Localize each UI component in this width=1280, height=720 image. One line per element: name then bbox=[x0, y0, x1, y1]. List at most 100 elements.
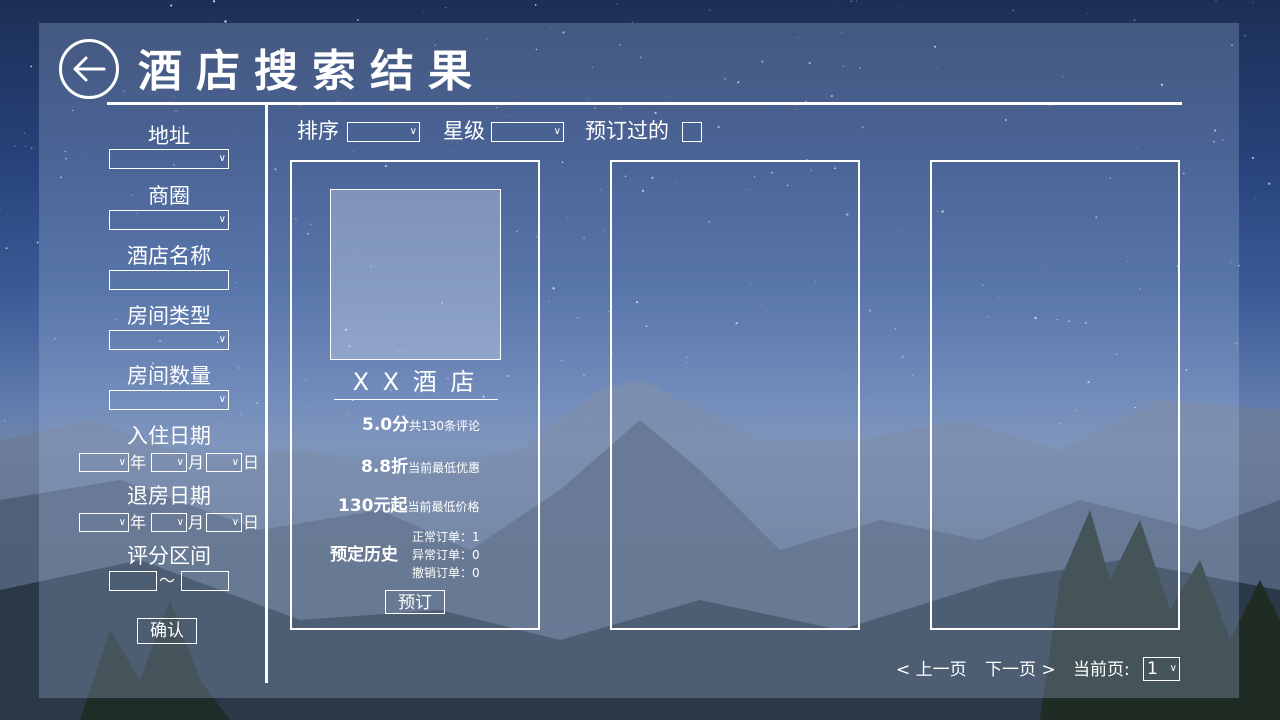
star bbox=[1247, 75, 1248, 77]
review-count: 共130条评论 bbox=[409, 419, 481, 433]
room-type-label: 房间类型 bbox=[127, 304, 211, 328]
star bbox=[856, 0, 857, 2]
address-label: 地址 bbox=[148, 124, 190, 148]
price-note: 当前最低价格 bbox=[407, 500, 480, 514]
chevron-down-icon: ∨ bbox=[1169, 663, 1177, 674]
hotel-discount: 8.8折 bbox=[361, 457, 409, 477]
hotel-price: 130元起 bbox=[338, 496, 408, 516]
business-area-select[interactable]: ∨ bbox=[109, 210, 229, 230]
hotel-name: X X 酒 店 bbox=[352, 368, 478, 396]
star bbox=[1252, 1, 1254, 3]
hotel-card-empty[interactable] bbox=[610, 160, 860, 630]
checkout-label: 退房日期 bbox=[127, 484, 211, 508]
checkin-month-select[interactable]: ∨ bbox=[151, 453, 187, 472]
chevron-down-icon: ∨ bbox=[231, 516, 239, 528]
score-range-label: 评分区间 bbox=[127, 544, 211, 568]
star bbox=[1255, 198, 1257, 199]
booking-history-label: 预定历史 bbox=[330, 545, 398, 565]
checkin-label: 入住日期 bbox=[127, 424, 211, 448]
page-select-value: 1 bbox=[1147, 659, 1158, 679]
star bbox=[1268, 182, 1271, 185]
checkin-year-select[interactable]: ∨ bbox=[79, 453, 129, 472]
score-range-separator: ～ bbox=[159, 571, 176, 590]
prev-page-link[interactable]: < 上一页 bbox=[896, 659, 967, 681]
checkout-month-unit: 月 bbox=[188, 513, 205, 532]
page-select[interactable]: 1 ∨ bbox=[1143, 657, 1180, 681]
chevron-down-icon: ∨ bbox=[409, 126, 417, 137]
star bbox=[356, 19, 359, 21]
current-page-label: 当前页: bbox=[1073, 660, 1130, 680]
star bbox=[850, 0, 853, 3]
star bbox=[0, 208, 1, 211]
back-button[interactable] bbox=[59, 39, 119, 99]
star-select[interactable]: ∨ bbox=[491, 122, 564, 142]
room-count-select[interactable]: ∨ bbox=[109, 390, 229, 410]
star bbox=[1252, 156, 1254, 159]
sort-select[interactable]: ∨ bbox=[347, 122, 420, 142]
checkin-day-unit: 日 bbox=[243, 453, 260, 472]
star bbox=[170, 4, 173, 7]
star bbox=[1133, 19, 1136, 22]
star bbox=[709, 9, 711, 11]
star bbox=[16, 105, 18, 106]
score-max-input[interactable] bbox=[181, 571, 229, 591]
checkout-day-select[interactable]: ∨ bbox=[206, 513, 242, 532]
confirm-button[interactable]: 确认 bbox=[137, 618, 197, 644]
hotel-card[interactable]: X X 酒 店 5.0分共130条评论 8.8折当前最低优惠 130元起当前最低… bbox=[290, 160, 540, 630]
chevron-down-icon: ∨ bbox=[218, 214, 226, 225]
star bbox=[215, 15, 217, 17]
chevron-down-icon: ∨ bbox=[553, 126, 561, 137]
star bbox=[837, 2, 839, 4]
star bbox=[24, 145, 26, 147]
star bbox=[901, 5, 903, 7]
hotel-card-empty[interactable] bbox=[930, 160, 1180, 630]
score-min-input[interactable] bbox=[109, 571, 157, 591]
star bbox=[212, 0, 216, 3]
checkout-month-select[interactable]: ∨ bbox=[151, 513, 187, 532]
business-area-label: 商圈 bbox=[148, 184, 190, 208]
chevron-down-icon: ∨ bbox=[218, 334, 226, 345]
next-page-link[interactable]: 下一页 > bbox=[985, 659, 1056, 681]
sidebar-divider bbox=[265, 105, 268, 683]
checkout-year-select[interactable]: ∨ bbox=[79, 513, 129, 532]
chevron-down-icon: ∨ bbox=[176, 516, 184, 528]
star bbox=[1087, 13, 1088, 14]
star bbox=[1012, 9, 1015, 12]
history-cancel: 撤销订单：0 bbox=[412, 566, 480, 580]
arrow-left-icon bbox=[73, 56, 106, 82]
star bbox=[445, 7, 447, 9]
star bbox=[1243, 34, 1246, 37]
hotel-name-input[interactable] bbox=[109, 270, 229, 290]
checkin-day-select[interactable]: ∨ bbox=[206, 453, 242, 472]
checkout-day-unit: 日 bbox=[243, 513, 260, 532]
room-count-label: 房间数量 bbox=[127, 364, 211, 388]
hotel-image bbox=[330, 189, 501, 360]
book-button[interactable]: 预订 bbox=[385, 590, 445, 614]
booked-checkbox[interactable] bbox=[682, 122, 702, 142]
discount-note: 当前最低优惠 bbox=[408, 461, 481, 475]
star bbox=[422, 11, 424, 13]
name-underline bbox=[334, 399, 498, 400]
address-select[interactable]: ∨ bbox=[109, 149, 229, 169]
checkin-year-unit: 年 bbox=[130, 453, 147, 472]
history-normal: 正常订单：1 bbox=[412, 530, 480, 544]
chevron-down-icon: ∨ bbox=[118, 516, 126, 528]
checkin-month-unit: 月 bbox=[188, 453, 205, 472]
checkout-year-unit: 年 bbox=[130, 513, 147, 532]
chevron-down-icon: ∨ bbox=[231, 456, 239, 468]
header-divider bbox=[107, 102, 1182, 105]
hotel-score: 5.0分 bbox=[362, 415, 410, 435]
history-abnormal: 异常订单：0 bbox=[412, 548, 480, 562]
star bbox=[1244, 122, 1245, 124]
star bbox=[30, 65, 33, 68]
star bbox=[534, 4, 537, 6]
chevron-down-icon: ∨ bbox=[218, 153, 226, 164]
page-title: 酒店搜索结果 bbox=[138, 46, 486, 97]
room-type-select[interactable]: ∨ bbox=[109, 330, 229, 350]
star bbox=[616, 3, 618, 5]
star bbox=[13, 145, 16, 148]
star bbox=[30, 147, 33, 149]
hotel-name-label: 酒店名称 bbox=[127, 244, 211, 268]
sort-label: 排序 bbox=[297, 119, 339, 143]
chevron-down-icon: ∨ bbox=[218, 394, 226, 405]
